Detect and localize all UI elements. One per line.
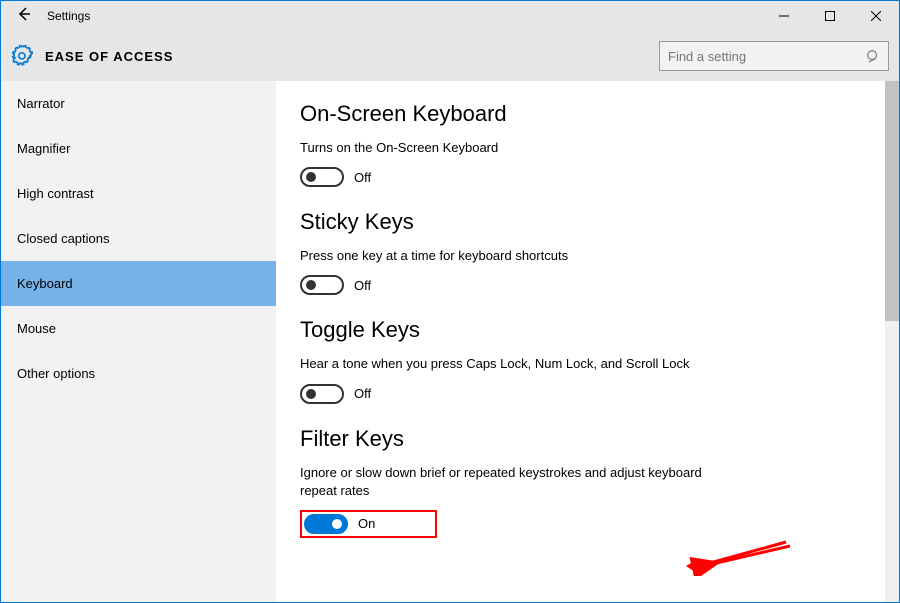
section-heading: On-Screen Keyboard xyxy=(300,101,875,127)
toggle-switch[interactable] xyxy=(300,167,344,187)
arrow-left-icon xyxy=(16,6,32,22)
sidebar-item-narrator[interactable]: Narrator xyxy=(1,81,276,126)
section-description: Press one key at a time for keyboard sho… xyxy=(300,247,720,265)
toggle-row: Off xyxy=(300,384,875,404)
maximize-icon xyxy=(825,11,835,21)
close-button[interactable] xyxy=(853,1,899,31)
toggle-state-label: Off xyxy=(354,386,371,401)
toggle-row: Off xyxy=(300,275,875,295)
toggle-state-label: Off xyxy=(354,170,371,185)
category-title: EASE OF ACCESS xyxy=(45,49,173,64)
minimize-button[interactable] xyxy=(761,1,807,31)
search-icon xyxy=(866,49,880,63)
minimize-icon xyxy=(779,11,789,21)
sidebar-item-high-contrast[interactable]: High contrast xyxy=(1,171,276,216)
sidebar-item-closed-captions[interactable]: Closed captions xyxy=(1,216,276,261)
toggle-switch[interactable] xyxy=(304,514,348,534)
close-icon xyxy=(871,11,881,21)
title-bar: Settings xyxy=(1,1,899,31)
toggle-switch[interactable] xyxy=(300,384,344,404)
toggle-row: Off xyxy=(300,167,875,187)
sidebar-item-other-options[interactable]: Other options xyxy=(1,351,276,396)
section-description: Hear a tone when you press Caps Lock, Nu… xyxy=(300,355,720,373)
sidebar-item-magnifier[interactable]: Magnifier xyxy=(1,126,276,171)
section-description: Ignore or slow down brief or repeated ke… xyxy=(300,464,720,500)
annotation-arrow xyxy=(686,536,796,576)
sidebar: NarratorMagnifierHigh contrastClosed cap… xyxy=(1,81,276,602)
search-input[interactable] xyxy=(668,49,866,64)
toggle-row: On xyxy=(300,510,437,538)
scrollbar-thumb[interactable] xyxy=(885,81,899,321)
search-box[interactable] xyxy=(659,41,889,71)
scrollbar[interactable] xyxy=(885,81,899,602)
toggle-state-label: Off xyxy=(354,278,371,293)
sidebar-item-mouse[interactable]: Mouse xyxy=(1,306,276,351)
header: EASE OF ACCESS xyxy=(1,31,899,81)
content-pane: On-Screen Keyboard Turns on the On-Screen… xyxy=(276,81,899,602)
maximize-button[interactable] xyxy=(807,1,853,31)
toggle-switch[interactable] xyxy=(300,275,344,295)
toggle-state-label: On xyxy=(358,516,375,531)
section-description: Turns on the On-Screen Keyboard xyxy=(300,139,720,157)
section-heading: Toggle Keys xyxy=(300,317,875,343)
window-title: Settings xyxy=(47,9,90,23)
section-heading: Sticky Keys xyxy=(300,209,875,235)
section-heading: Filter Keys xyxy=(300,426,875,452)
gear-icon xyxy=(11,45,33,67)
back-button[interactable] xyxy=(1,6,47,27)
sidebar-item-keyboard[interactable]: Keyboard xyxy=(1,261,276,306)
